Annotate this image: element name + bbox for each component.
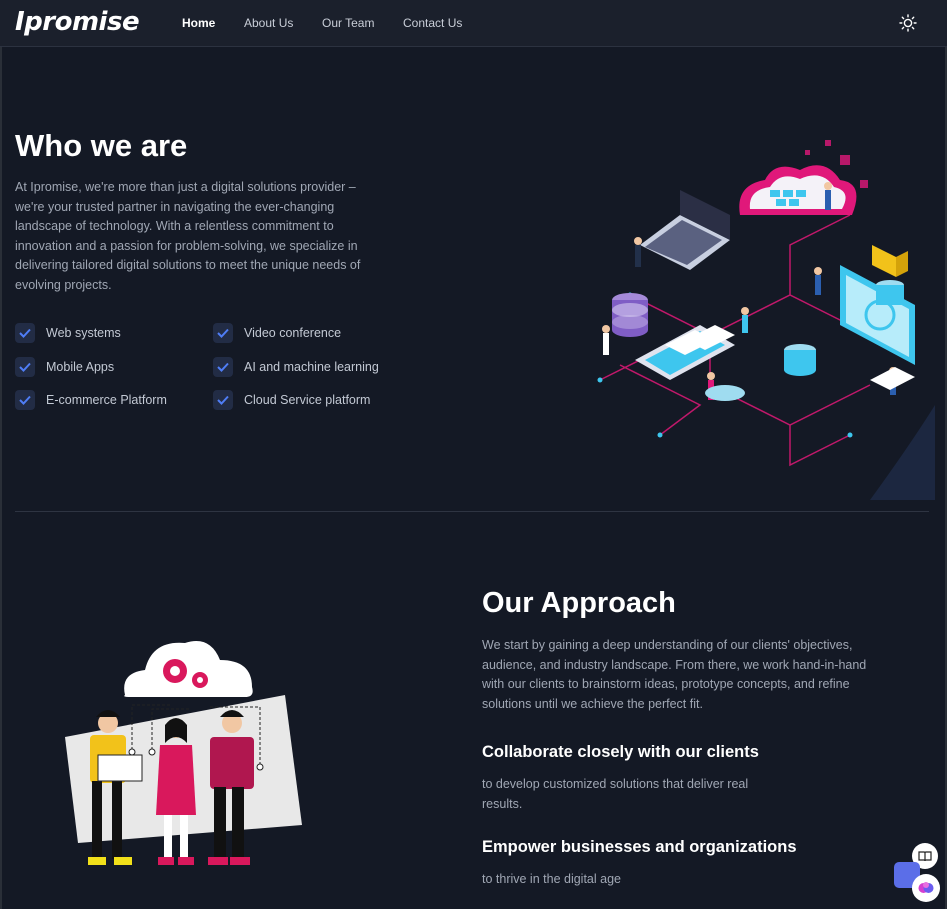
sun-icon[interactable] <box>899 14 917 32</box>
team-cloud-illustration <box>65 641 302 865</box>
who-we-are-text: At Ipromise, we're more than just a digi… <box>15 180 361 292</box>
check-icon <box>15 390 35 410</box>
nav-team-link[interactable]: Our Team <box>322 16 374 30</box>
our-approach-text: We start by gaining a deep understanding… <box>482 638 867 711</box>
brand-logo[interactable]: Ipromise <box>15 7 140 37</box>
feature-item: Web systems <box>15 323 121 343</box>
approach-point-text: to thrive in the digital age <box>482 872 621 886</box>
nav-contact-link[interactable]: Contact Us <box>403 16 462 30</box>
check-icon <box>213 390 233 410</box>
feature-label: Mobile Apps <box>46 360 115 374</box>
feature-label: Web systems <box>46 326 121 340</box>
feature-label: E-commerce Platform <box>46 393 167 407</box>
top-navbar: Ipromise Home About Us Our Team Contact … <box>0 0 947 47</box>
approach-point-title: Collaborate closely with our clients <box>482 743 759 761</box>
feature-item: Mobile Apps <box>15 357 114 377</box>
our-approach-title: Our Approach <box>482 587 676 619</box>
check-icon <box>15 357 35 377</box>
check-icon <box>213 357 233 377</box>
feature-item: AI and machine learning <box>213 357 379 377</box>
nav-about-link[interactable]: About Us <box>244 16 293 30</box>
check-icon <box>213 323 233 343</box>
who-we-are-title: Who we are <box>15 128 188 163</box>
approach-point-text: to develop customized solutions that del… <box>482 777 749 811</box>
feature-item: Video conference <box>213 323 341 343</box>
feature-label: AI and machine learning <box>244 360 379 374</box>
section-divider <box>15 511 929 512</box>
approach-point-title: Empower businesses and organizations <box>482 838 797 856</box>
feature-label: Video conference <box>244 326 342 340</box>
check-icon <box>15 323 35 343</box>
feature-item: Cloud Service platform <box>213 390 370 410</box>
feature-label: Cloud Service platform <box>244 393 371 407</box>
nav-home-link[interactable]: Home <box>182 16 215 30</box>
window-left-edge <box>0 0 2 909</box>
isometric-tech-illustration <box>597 140 935 500</box>
feature-item: E-commerce Platform <box>15 390 167 410</box>
ai-brain-icon[interactable] <box>912 874 940 902</box>
